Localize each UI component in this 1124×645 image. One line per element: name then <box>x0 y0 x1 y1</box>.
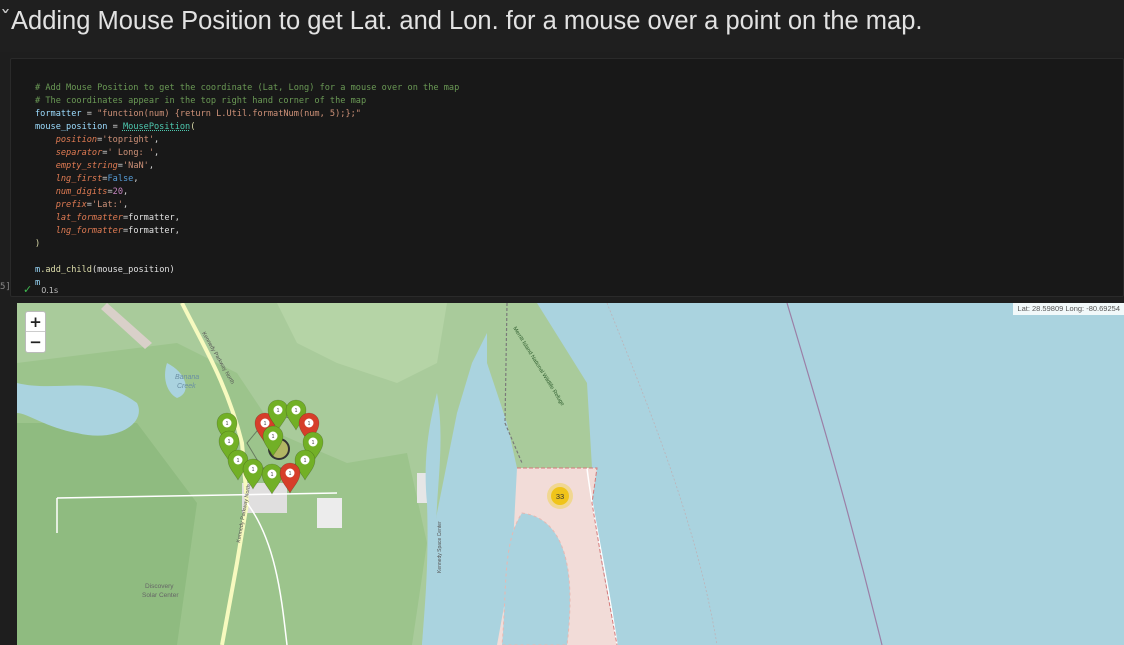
marker-label: 1 <box>272 434 275 440</box>
code-token: = <box>107 122 123 132</box>
zoom-in-button[interactable]: + <box>26 312 45 332</box>
code-token: False <box>107 174 134 184</box>
marker-label: 1 <box>237 458 240 464</box>
marker-label: 1 <box>277 408 280 414</box>
boundary-line <box>786 303 883 645</box>
code-token: formatter <box>128 226 175 236</box>
code-param: empty_string <box>55 161 118 171</box>
marker-label: 1 <box>308 421 311 427</box>
code-editor[interactable]: # Add Mouse Position to get the coordina… <box>35 69 459 290</box>
code-cell[interactable]: # Add Mouse Position to get the coordina… <box>10 58 1124 297</box>
code-token: 20 <box>112 187 123 197</box>
code-param: prefix <box>55 200 87 210</box>
land-east <box>487 303 592 468</box>
place-label: Banana <box>175 374 199 381</box>
code-param: lng_formatter <box>55 226 123 236</box>
marker-label: 1 <box>226 421 229 427</box>
developed-area <box>317 498 342 528</box>
code-token: (mouse_position) <box>91 265 175 275</box>
code-param: position <box>55 135 98 145</box>
code-token: ' Long: ' <box>107 148 155 158</box>
code-token: "function(num) {return L.Util.formatNum(… <box>97 109 361 119</box>
code-token: 'topright' <box>102 135 155 145</box>
markdown-heading: ˇ Adding Mouse Position to get Lat. and … <box>0 0 1124 52</box>
cluster-bubble[interactable]: 33 <box>547 483 573 509</box>
checkmark-icon: ✓ <box>23 283 33 296</box>
marker-label: 1 <box>252 467 255 473</box>
code-token: mouse_position <box>35 122 108 132</box>
place-label: Solar Center <box>142 592 179 599</box>
code-param: num_digits <box>55 187 108 197</box>
marker-label: 1 <box>271 472 274 478</box>
place-label: Discovery <box>145 583 174 590</box>
code-token: 'Lat:' <box>91 200 123 210</box>
marker-label: 1 <box>264 421 267 427</box>
code-comment: # The coordinates appear in the top righ… <box>35 96 367 106</box>
code-token: .add_child <box>40 265 92 275</box>
place-label: Creek <box>177 383 196 390</box>
code-token: ) <box>35 239 41 249</box>
code-token: formatter <box>35 109 82 119</box>
zoom-control[interactable]: + − <box>25 311 46 353</box>
cell-status: ✓ 0.1s <box>23 283 58 297</box>
code-token: MousePosition <box>122 122 191 132</box>
code-param: lat_formatter <box>55 213 123 223</box>
code-token: m <box>35 278 41 288</box>
zoom-out-button[interactable]: − <box>26 332 45 352</box>
code-param: separator <box>55 148 103 158</box>
map-tiles[interactable]: Banana Creek Discovery Solar Center Kenn… <box>17 303 1124 645</box>
mouse-position-readout: Lat: 28.59809 Long: -80.69254 <box>1013 303 1124 315</box>
marker-label: 1 <box>304 458 307 464</box>
cluster-count: 33 <box>556 492 564 501</box>
boundary-line <box>606 303 718 645</box>
code-token: formatter <box>128 213 175 223</box>
code-param: lng_first <box>55 174 103 184</box>
execution-time: 0.1s <box>41 285 59 295</box>
section-title: Adding Mouse Position to get Lat. and Lo… <box>11 7 923 35</box>
marker-label: 1 <box>289 471 292 477</box>
marker-label: 1 <box>228 439 231 445</box>
code-token: ( <box>190 122 196 132</box>
code-comment: # Add Mouse Position to get the coordina… <box>35 83 460 93</box>
leaflet-map[interactable]: Banana Creek Discovery Solar Center Kenn… <box>17 303 1124 645</box>
marker-label: 1 <box>295 408 298 414</box>
collapse-chevron-icon[interactable]: ˇ <box>0 6 11 36</box>
code-token: = <box>81 109 98 119</box>
marker-label: 1 <box>312 440 315 446</box>
road-label: Kennedy Space Center <box>437 521 443 573</box>
code-token: 'NaN' <box>122 161 149 171</box>
